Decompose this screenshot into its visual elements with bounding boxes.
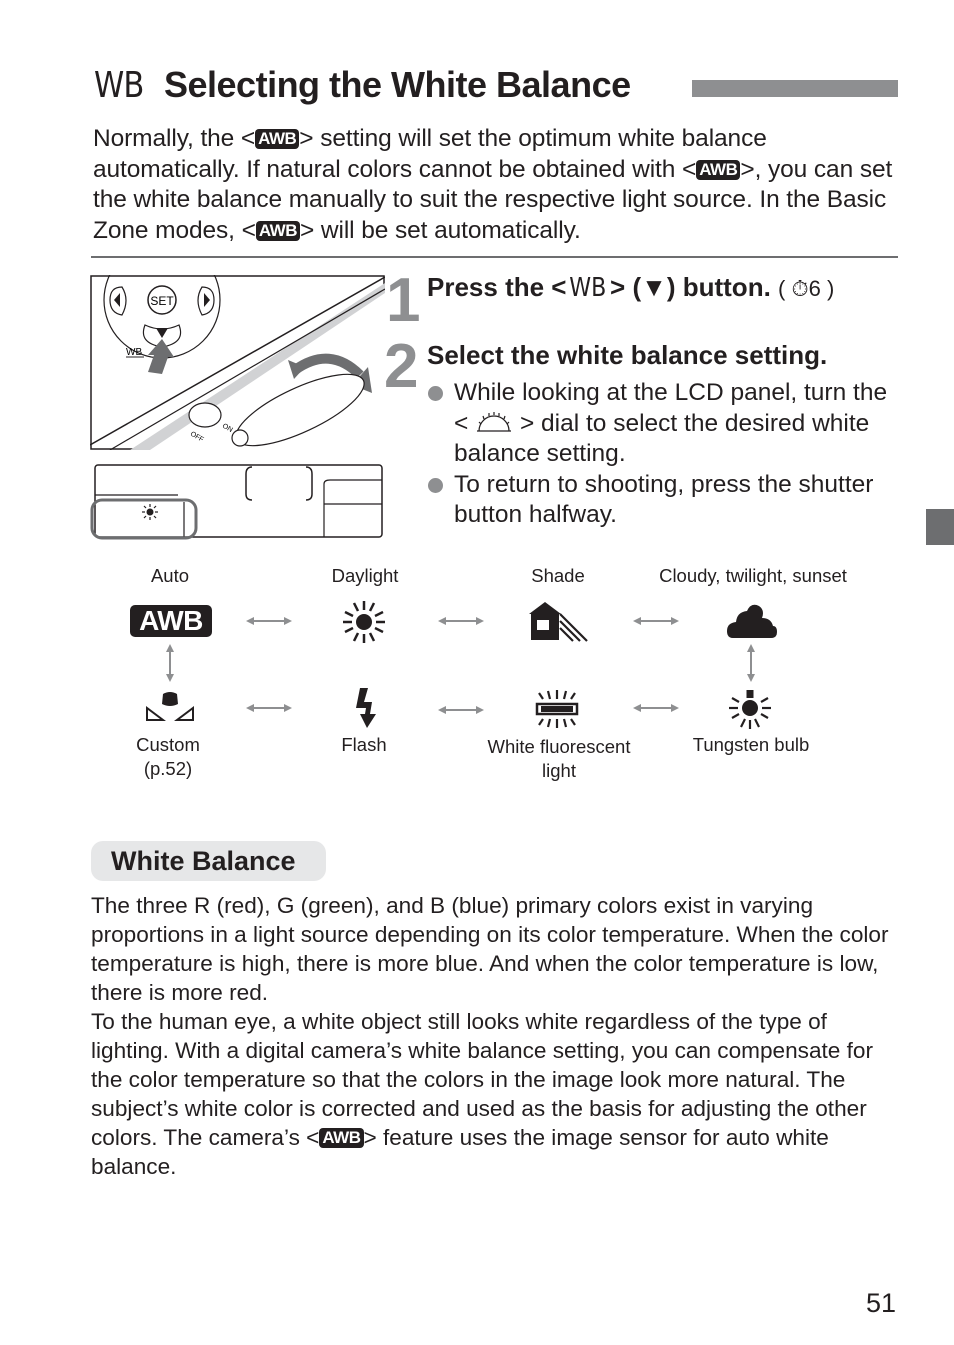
step-1-heading: Press the < WB > (▼) button. ( ⏱6 ) [427,272,834,303]
wb-label-shade: Shade [531,565,585,586]
wb-label-custom-page-ref: (p.52) [143,758,193,779]
step-2-bullets: While looking at the LCD panel, turn the… [427,378,897,531]
awb-icon: AWB [696,159,741,180]
bullet-dot-icon [428,386,443,401]
page-title: WB Selecting the White Balance [94,62,631,108]
double-arrow-icon [633,617,679,625]
double-arrow-icon [633,704,679,712]
step-number: 1 [386,266,421,335]
chapter-side-tab [926,509,954,545]
title-decorative-bar [692,80,898,97]
wb-label-fluorescent-line1: White fluorescent [487,736,631,757]
bullet-dot-icon [428,477,443,493]
wb-label-auto: Auto [150,565,190,586]
set-button-label: SET [150,294,174,308]
shade-house-icon [529,602,588,642]
cloudy-icon [727,604,777,638]
timer-reference: ( ⏱6 ) [778,276,835,301]
body-paragraph-1: The three R (red), G (green), and B (blu… [91,893,889,1005]
wb-label-custom-line1: Custom [136,734,200,755]
wb-label-fluorescent-line2: light [542,760,576,781]
tungsten-bulb-icon [729,690,771,729]
fluorescent-icon [535,690,579,728]
custom-wb-icon [146,692,194,721]
section-body: The three R (red), G (green), and B (blu… [91,891,891,1181]
flash-icon [356,688,376,728]
double-arrow-icon [438,706,484,714]
main-dial-icon [477,411,512,432]
vertical-double-arrow-icon [166,644,174,682]
step-1-text: > ( [610,272,642,302]
awb-icon: AWB [319,1128,364,1148]
vertical-double-arrow-icon [747,644,755,682]
step-1-text: Press the < [427,272,567,302]
daylight-sun-icon [343,601,385,643]
wb-label-tungsten: Tungsten bulb [692,734,810,755]
section-divider [91,256,898,258]
page-number: 51 [866,1288,897,1318]
step-1-text: ) button. [666,272,771,302]
bullet-item: While looking at the LCD panel, turn the… [427,378,897,470]
body-paragraph-2: To the human eye, a white object still l… [91,1007,891,1181]
intro-text: Normally, the < [93,125,256,152]
double-arrow-icon [246,617,292,625]
step-2-heading: Select the white balance setting. [427,340,828,370]
double-arrow-icon [246,704,292,712]
lcd-daylight-icon [142,504,158,520]
wb-label-fluorescent: White fluorescent light [470,735,648,783]
step-number: 2 [384,332,419,401]
down-arrow-icon: ▼ [641,272,667,302]
wb-icon: WB [569,273,607,303]
wb-icon: WB [94,64,144,106]
bullet-item: To return to shooting, press the shutter… [427,470,897,531]
wb-button-label: WB [126,347,142,358]
wb-label-custom: Custom (p.52) [118,733,218,781]
double-arrow-icon [438,617,484,625]
bullet-text: To return to shooting, press the shutter… [454,470,874,529]
intro-text: > will be set automatically. [299,216,581,244]
wb-label-cloudy: Cloudy, twilight, sunset [659,565,847,586]
wb-label-flash: Flash [341,734,387,755]
wb-label-daylight: Daylight [331,565,399,586]
title-text: Selecting the White Balance [164,64,631,105]
camera-back-illustration: SET WB ON OFF [90,275,385,450]
lcd-panel-illustration [90,464,383,540]
awb-icon: AWB [255,129,300,149]
awb-icon: AWB [130,605,212,637]
bullet-text: > dial to select the desired white balan… [454,409,870,468]
section-heading: White Balance [111,846,296,876]
awb-icon: AWB [255,220,300,241]
intro-paragraph: Normally, the < AWB > setting will set the… [93,124,893,246]
